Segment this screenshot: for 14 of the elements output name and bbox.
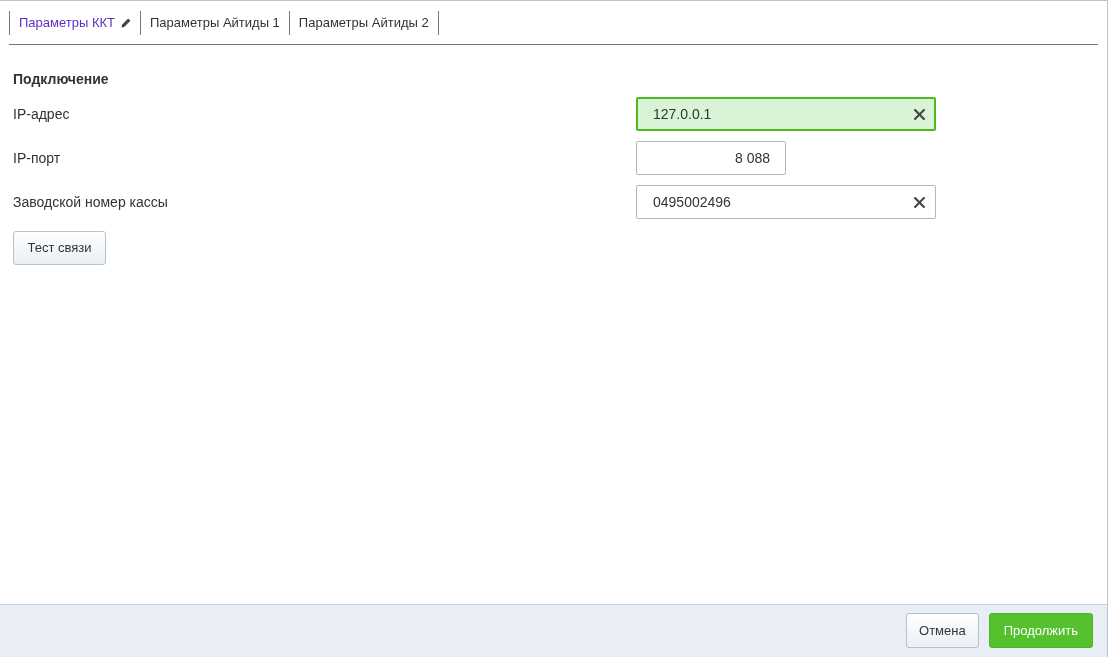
input-field[interactable]: 127.0.0.1 <box>636 97 936 131</box>
tab[interactable]: Параметры ККТ <box>9 11 140 35</box>
input-field[interactable]: 8 088 <box>636 141 786 175</box>
field-label: IP-адрес <box>13 104 70 124</box>
section-title: Подключение <box>13 70 109 88</box>
tab[interactable]: Параметры Айтиды 1 <box>140 11 289 35</box>
field-label: Заводской номер кассы <box>13 192 168 212</box>
cancel-button[interactable]: Отмена <box>906 613 979 648</box>
clear-icon[interactable] <box>914 108 925 120</box>
input-field[interactable]: 0495002496 <box>636 185 936 219</box>
tab[interactable]: Параметры Айтиды 2 <box>288 11 438 35</box>
clear-icon[interactable] <box>914 196 925 208</box>
test-connection-button[interactable]: Тест связи <box>13 231 106 265</box>
field-label: IP-порт <box>13 148 61 168</box>
